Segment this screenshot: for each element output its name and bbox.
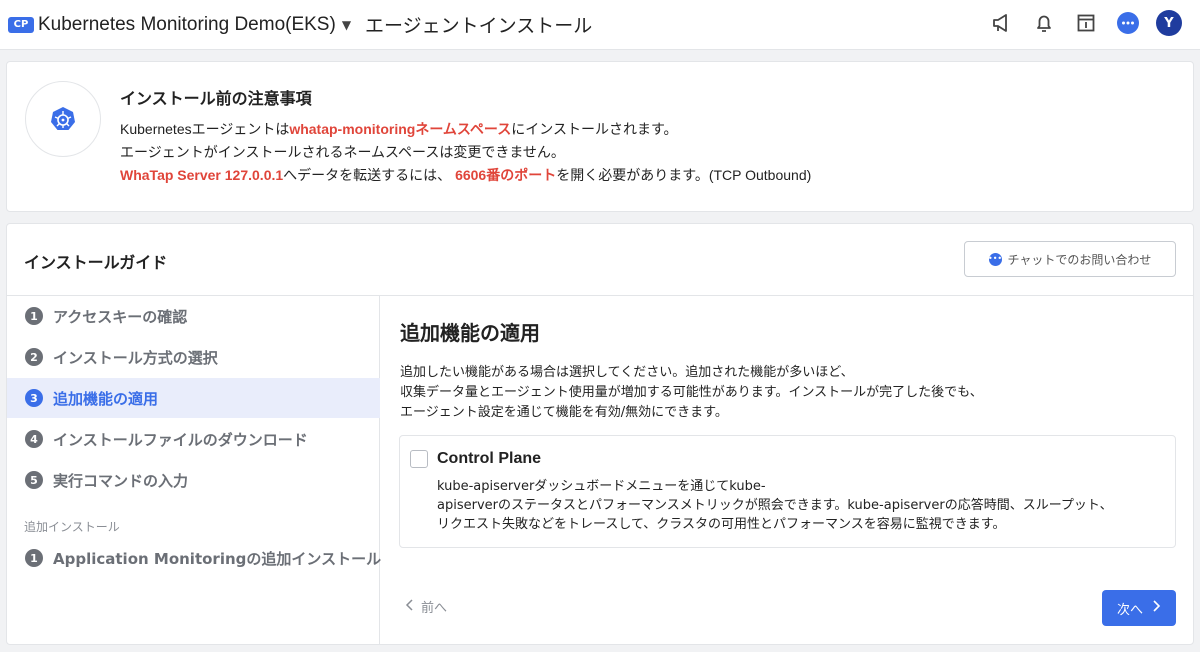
step-number: 1 (25, 307, 43, 325)
step-label: インストール方式の選択 (53, 348, 218, 367)
namespace-highlight: whatap-monitoringネームスペース (289, 121, 512, 137)
notice-line-2: エージェントがインストールされるネームスペースは変更できません。 (120, 144, 565, 160)
prev-label: 前へ (421, 601, 448, 616)
port-highlight: 6606番のポート (455, 167, 557, 183)
notice-body: Kubernetesエージェントはwhatap-monitoringネームスペー… (120, 118, 811, 187)
step-item-5[interactable]: 5 実行コマンドの入力 (7, 460, 380, 500)
calendar-icon[interactable] (1072, 9, 1100, 37)
step-label: 実行コマンドの入力 (53, 471, 189, 490)
step-item-4[interactable]: 4 インストールファイルのダウンロード (7, 419, 380, 459)
kubernetes-logo-icon (25, 81, 101, 157)
description-line: 追加したい機能がある場合は選択してください。追加された機能が多いほど、 (400, 365, 854, 380)
description-line: 収集データ量とエージェント使用量が増加する可能性があります。インストールが完了し… (400, 385, 983, 400)
option-control-plane: Control Plane kube-apiserverダッシュボードメニューを… (399, 435, 1176, 548)
avatar[interactable]: Y (1156, 10, 1182, 36)
step-number: 1 (25, 549, 43, 567)
control-plane-checkbox[interactable] (410, 450, 428, 468)
option-description-line: apiserverのステータスとパフォーマンスメトリックが照会できます。kube… (437, 498, 1113, 513)
step-number: 5 (25, 471, 43, 489)
description-line: エージェント設定を通じて機能を有効/無効にできます。 (400, 405, 728, 420)
chevron-down-icon[interactable]: ▼ (342, 18, 351, 32)
chat-icon[interactable] (1114, 9, 1142, 37)
bell-icon[interactable] (1030, 9, 1058, 37)
guide-title: インストールガイド (24, 253, 168, 272)
extra-install-heading: 追加インストール (24, 520, 120, 534)
prev-button[interactable]: 前へ (405, 597, 447, 616)
next-label: 次へ (1116, 602, 1143, 618)
content-description: 追加したい機能がある場合は選択してください。追加された機能が多いほど、 収集デー… (400, 363, 983, 423)
project-type-badge: CP (8, 16, 34, 33)
step-item-3[interactable]: 3 追加機能の適用 (7, 378, 380, 418)
step-item-2[interactable]: 2 インストール方式の選択 (7, 337, 380, 377)
chat-icon: ••• (988, 252, 1002, 266)
top-header: CP Kubernetes Monitoring Demo(EKS) ▼ エージ… (0, 0, 1200, 50)
next-button[interactable]: 次へ (1102, 590, 1176, 626)
extra-step-item-1[interactable]: 1 Application Monitoringの追加インストール (7, 538, 382, 578)
chat-inquiry-label: チャットでのお問い合わせ (1007, 252, 1152, 267)
step-label: Application Monitoringの追加インストール (53, 549, 382, 568)
page-title: エージェントインストール (365, 15, 593, 37)
chat-inquiry-button[interactable]: ••• チャットでのお問い合わせ (964, 241, 1176, 277)
notice-text: にインストールされます。 (511, 121, 678, 137)
option-title[interactable]: Control Plane (437, 450, 541, 468)
notice-line-3: WhaTap Server 127.0.0.1へデータを転送するには、 6606… (120, 164, 811, 187)
notice-text: へデータを転送するには、 (283, 167, 452, 183)
megaphone-icon[interactable] (988, 9, 1016, 37)
content-title: 追加機能の適用 (400, 321, 540, 345)
notice-title: インストール前の注意事項 (120, 89, 312, 108)
install-guide: インストールガイド ••• チャットでのお問い合わせ 1 アクセスキーの確認 2… (6, 223, 1194, 645)
option-description-line: リクエスト失敗などをトレースして、クラスタの可用性とパフォーマンスを容易に監視で… (437, 517, 1006, 532)
step-number: 2 (25, 348, 43, 366)
step-number: 3 (25, 389, 43, 407)
option-description: kube-apiserverダッシュボードメニューを通じてkube- apise… (437, 477, 1113, 534)
header-actions: Y (988, 9, 1182, 37)
notice-text: Kubernetesエージェントは (120, 121, 290, 137)
notice-line-1: Kubernetesエージェントはwhatap-monitoringネームスペー… (120, 118, 811, 141)
step-label: インストールファイルのダウンロード (53, 430, 308, 449)
pre-install-notice: インストール前の注意事項 Kubernetesエージェントはwhatap-mon… (6, 61, 1194, 212)
steps-sidebar: 1 アクセスキーの確認 2 インストール方式の選択 3 追加機能の適用 4 イン… (7, 296, 382, 644)
server-highlight: WhaTap Server 127.0.0.1 (120, 167, 284, 183)
project-selector[interactable]: Kubernetes Monitoring Demo(EKS) (38, 14, 336, 36)
chevron-right-icon (1153, 600, 1161, 616)
step-item-1[interactable]: 1 アクセスキーの確認 (7, 296, 380, 336)
chevron-left-icon (405, 598, 413, 615)
step-label: 追加機能の適用 (53, 389, 159, 408)
notice-text: を開く必要があります。(TCP Outbound) (556, 167, 812, 183)
step-label: アクセスキーの確認 (53, 307, 188, 326)
option-description-line: kube-apiserverダッシュボードメニューを通じてkube- (437, 479, 766, 494)
step-number: 4 (25, 430, 43, 448)
